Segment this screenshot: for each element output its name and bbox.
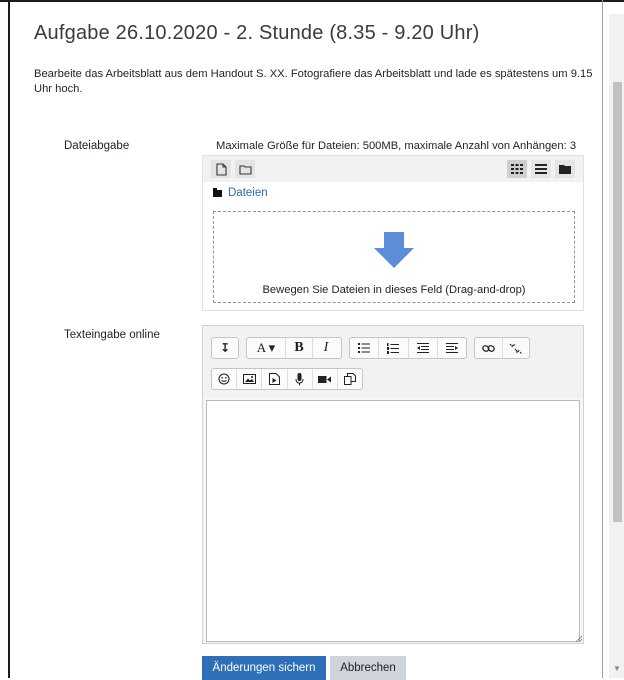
drop-arrow-icon <box>374 232 414 268</box>
collapse-icon[interactable]: ↧ <box>212 338 238 358</box>
indent-icon[interactable] <box>438 338 466 358</box>
toolbar-group-media <box>211 368 363 390</box>
cancel-button[interactable]: Abbrechen <box>330 656 406 680</box>
file-limits-info: Maximale Größe für Dateien: 500MB, maxim… <box>216 140 577 152</box>
unordered-list-icon[interactable] <box>350 338 380 358</box>
content-right-border <box>602 0 603 678</box>
window-left-border <box>8 0 10 678</box>
italic-icon[interactable]: I <box>313 338 339 358</box>
file-manager-toolbar <box>203 156 583 182</box>
file-submission-label: Dateiabgabe <box>64 140 130 152</box>
text-editor: ↧ A ▾ B I <box>202 325 584 644</box>
tree-view-icon[interactable] <box>555 160 575 178</box>
toolbar-group-lists <box>349 337 467 359</box>
media-icon[interactable] <box>262 369 288 389</box>
folder-icon <box>213 187 222 197</box>
toolbar-group-collapse: ↧ <box>211 337 239 359</box>
ordered-list-icon[interactable] <box>379 338 409 358</box>
file-manager: Dateien Bewegen Sie Dateien in dieses Fe… <box>202 155 584 311</box>
bold-icon[interactable]: B <box>286 338 313 358</box>
font-style-icon[interactable]: A ▾ <box>247 338 286 358</box>
create-folder-icon[interactable] <box>235 160 255 178</box>
scroll-down-arrow-icon[interactable]: ▼ <box>612 664 622 674</box>
window-top-border <box>0 0 624 2</box>
emoji-icon[interactable] <box>212 369 238 389</box>
unlink-icon[interactable] <box>503 338 530 358</box>
image-icon[interactable] <box>237 369 263 389</box>
link-icon[interactable] <box>475 338 503 358</box>
list-view-icon[interactable] <box>531 160 551 178</box>
add-file-icon[interactable] <box>211 160 231 178</box>
online-text-label: Texteingabe online <box>64 329 160 341</box>
editor-toolbar: ↧ A ▾ B I <box>203 326 583 398</box>
toolbar-group-links <box>474 337 530 359</box>
file-path-breadcrumb[interactable]: Dateien <box>213 187 268 199</box>
page-title: Aufgabe 26.10.2020 - 2. Stunde (8.35 - 9… <box>34 22 480 44</box>
online-text-input[interactable] <box>206 400 580 642</box>
scrollbar-thumb[interactable] <box>613 82 622 522</box>
grid-view-icon[interactable] <box>507 160 527 178</box>
assignment-description: Bearbeite das Arbeitsblatt aus dem Hando… <box>34 68 593 95</box>
save-changes-button[interactable]: Änderungen sichern <box>202 656 326 680</box>
record-audio-icon[interactable] <box>288 369 313 389</box>
record-video-icon[interactable] <box>313 369 338 389</box>
dropzone-text: Bewegen Sie Dateien in dieses Feld (Drag… <box>262 284 526 296</box>
file-path-label[interactable]: Dateien <box>228 187 268 199</box>
toolbar-group-style: A ▾ B I <box>246 337 342 359</box>
file-dropzone[interactable]: Bewegen Sie Dateien in dieses Feld (Drag… <box>213 211 575 303</box>
outdent-icon[interactable] <box>409 338 438 358</box>
resize-handle-icon[interactable] <box>574 634 582 642</box>
manage-files-icon[interactable] <box>338 369 362 389</box>
